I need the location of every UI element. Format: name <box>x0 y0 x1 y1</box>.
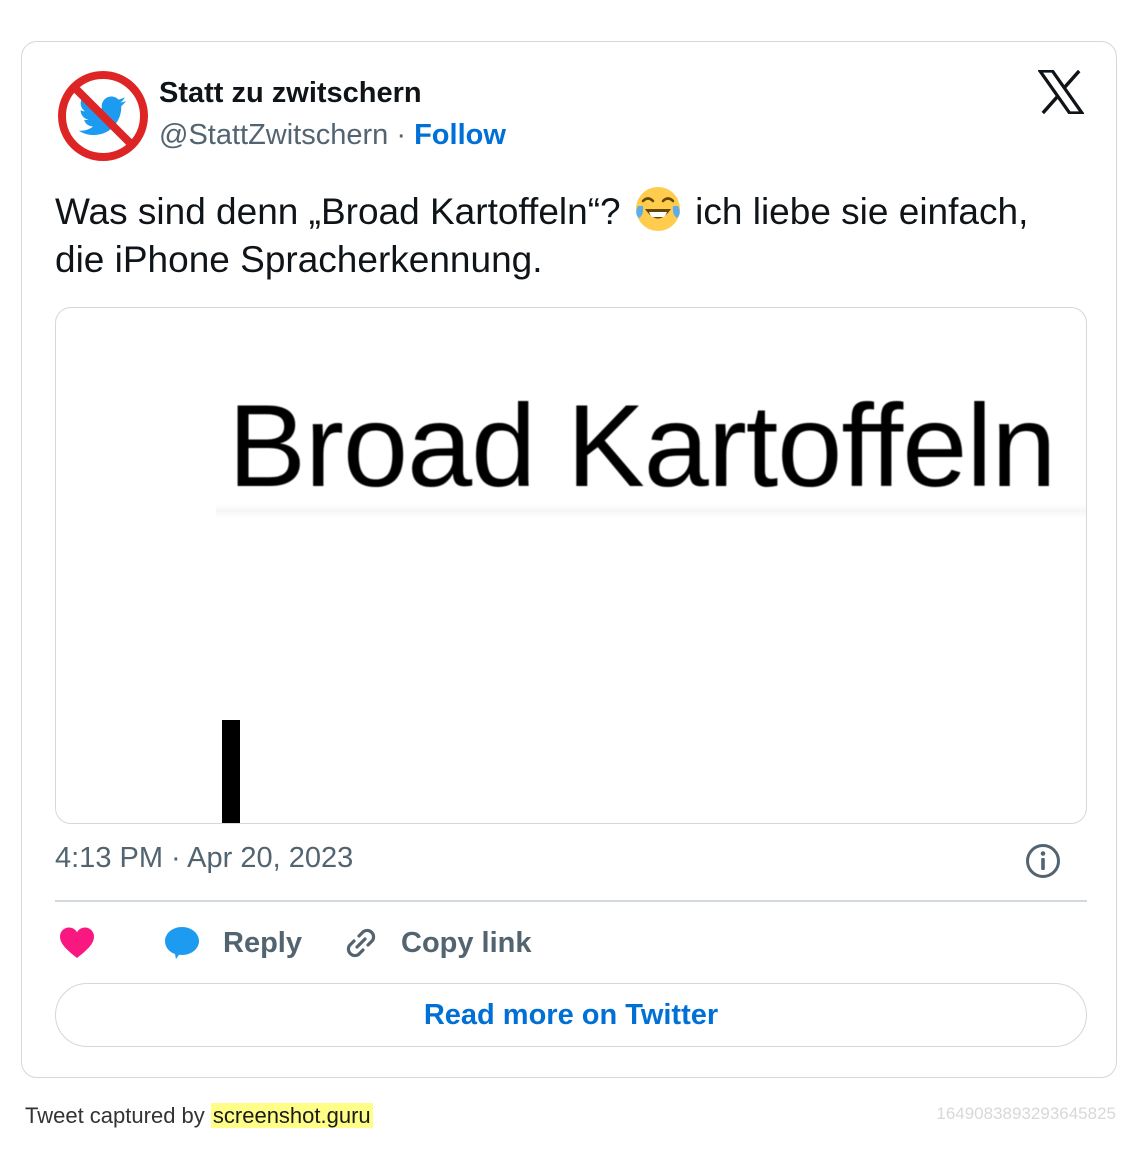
follow-link[interactable]: Follow <box>414 119 506 151</box>
copy-link-button[interactable]: Copy link <box>343 920 532 966</box>
link-icon <box>346 928 376 958</box>
x-logo-icon[interactable] <box>1038 70 1084 114</box>
author-handle-line: @StattZwitschern · Follow <box>159 119 506 152</box>
tweet-text: Was sind denn „Broad Kartoffeln“? ich li… <box>55 184 1075 284</box>
info-icon[interactable] <box>1024 842 1062 880</box>
capture-credit: Tweet captured by screenshot.guru <box>25 1103 373 1129</box>
speech-bubble-icon <box>165 927 199 959</box>
screenshot-guru-link[interactable]: screenshot.guru <box>210 1103 373 1128</box>
separator-dot: · <box>396 119 407 151</box>
media-smudge <box>216 504 1086 518</box>
capture-credit-text: Tweet captured by <box>25 1103 211 1128</box>
media-caption-text: Broad Kartoffeln <box>228 380 1056 511</box>
heart-icon <box>60 927 94 958</box>
text-cursor-mark <box>222 720 240 823</box>
divider <box>55 900 1087 902</box>
tweet-card: Statt zu zwitschern @StattZwitschern · F… <box>21 41 1117 1078</box>
reply-button[interactable]: Reply <box>163 920 302 966</box>
tweet-id: 1649083893293645825 <box>936 1104 1116 1123</box>
like-button[interactable] <box>59 920 95 966</box>
tweet-media-image[interactable]: Broad Kartoffeln <box>55 307 1087 824</box>
tweet-text-part-1: Was sind denn „Broad Kartoffeln“? <box>55 191 631 232</box>
author-name[interactable]: Statt zu zwitschern <box>159 77 422 110</box>
no-twitter-bird-icon[interactable] <box>58 71 148 161</box>
copy-link-label: Copy link <box>401 926 532 959</box>
read-more-button[interactable]: Read more on Twitter <box>55 983 1087 1047</box>
face-with-tears-of-joy-icon <box>635 187 680 231</box>
tweet-timestamp[interactable]: 4:13 PM · Apr 20, 2023 <box>55 842 353 875</box>
reply-label: Reply <box>223 926 302 959</box>
author-handle[interactable]: @StattZwitschern <box>159 119 388 151</box>
